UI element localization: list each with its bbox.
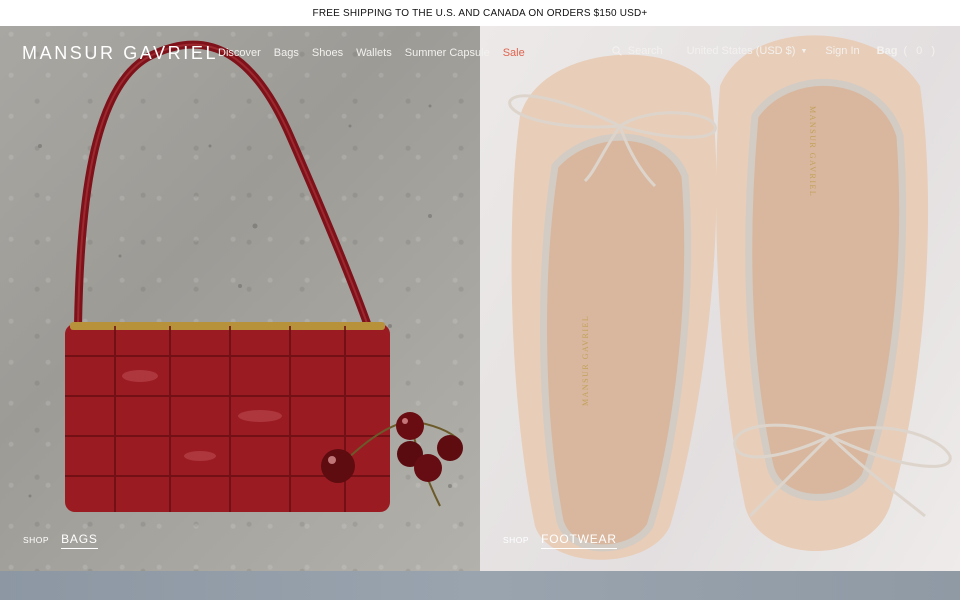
shop-footwear-link[interactable]: SHOP FOOTWEAR (503, 532, 617, 549)
nav-sale[interactable]: Sale (503, 47, 525, 59)
bag-button[interactable]: Bag ( 0 ) (877, 45, 938, 57)
hero: SHOP BAGS MANSUR GAVRIEL MANSUR GAVRIEL … (0, 26, 960, 571)
sign-in-link[interactable]: Sign In (825, 45, 859, 57)
search-label: Search (627, 45, 663, 57)
chevron-down-icon: ▼ (800, 47, 808, 55)
hero-panel-footwear[interactable]: MANSUR GAVRIEL MANSUR GAVRIEL SHOP FOOTW… (480, 26, 960, 571)
shop-category-footwear[interactable]: FOOTWEAR (541, 532, 617, 549)
shoes-product-image: MANSUR GAVRIEL MANSUR GAVRIEL (508, 35, 952, 560)
shop-bags-link[interactable]: SHOP BAGS (23, 532, 98, 549)
insole-brand-right: MANSUR GAVRIEL (808, 106, 817, 197)
nav-summer-capsule[interactable]: Summer Capsule (405, 47, 490, 59)
shop-prefix: SHOP (503, 535, 530, 545)
utility-nav: Search United States (USD $) ▼ Sign In B… (612, 45, 938, 57)
next-section-preview (0, 571, 960, 600)
shop-category-bags[interactable]: BAGS (61, 532, 98, 549)
nav-wallets[interactable]: Wallets (356, 47, 392, 59)
main-nav: Discover Bags Shoes Wallets Summer Capsu… (218, 47, 538, 59)
nav-bags[interactable]: Bags (274, 47, 299, 59)
site-header: MANSUR GAVRIEL Discover Bags Shoes Walle… (0, 26, 960, 80)
search-icon (612, 46, 622, 56)
promo-bar: FREE SHIPPING TO THE U.S. AND CANADA ON … (0, 0, 960, 26)
brand-logo[interactable]: MANSUR GAVRIEL (22, 43, 218, 64)
bag-label: Bag (876, 45, 898, 57)
promo-text: FREE SHIPPING TO THE U.S. AND CANADA ON … (312, 7, 648, 19)
insole-brand-left: MANSUR GAVRIEL (581, 315, 590, 406)
bag-count: ( 0 ) (903, 45, 938, 57)
region-selector[interactable]: United States (USD $) ▼ (687, 45, 808, 57)
hero-panel-bags[interactable]: SHOP BAGS (0, 26, 480, 571)
region-label: United States (USD $) (686, 45, 796, 57)
nav-shoes[interactable]: Shoes (312, 47, 343, 59)
nav-discover[interactable]: Discover (218, 47, 261, 59)
shop-prefix: SHOP (23, 535, 50, 545)
bag-product-image (28, 40, 463, 512)
search-button[interactable]: Search (612, 45, 663, 57)
